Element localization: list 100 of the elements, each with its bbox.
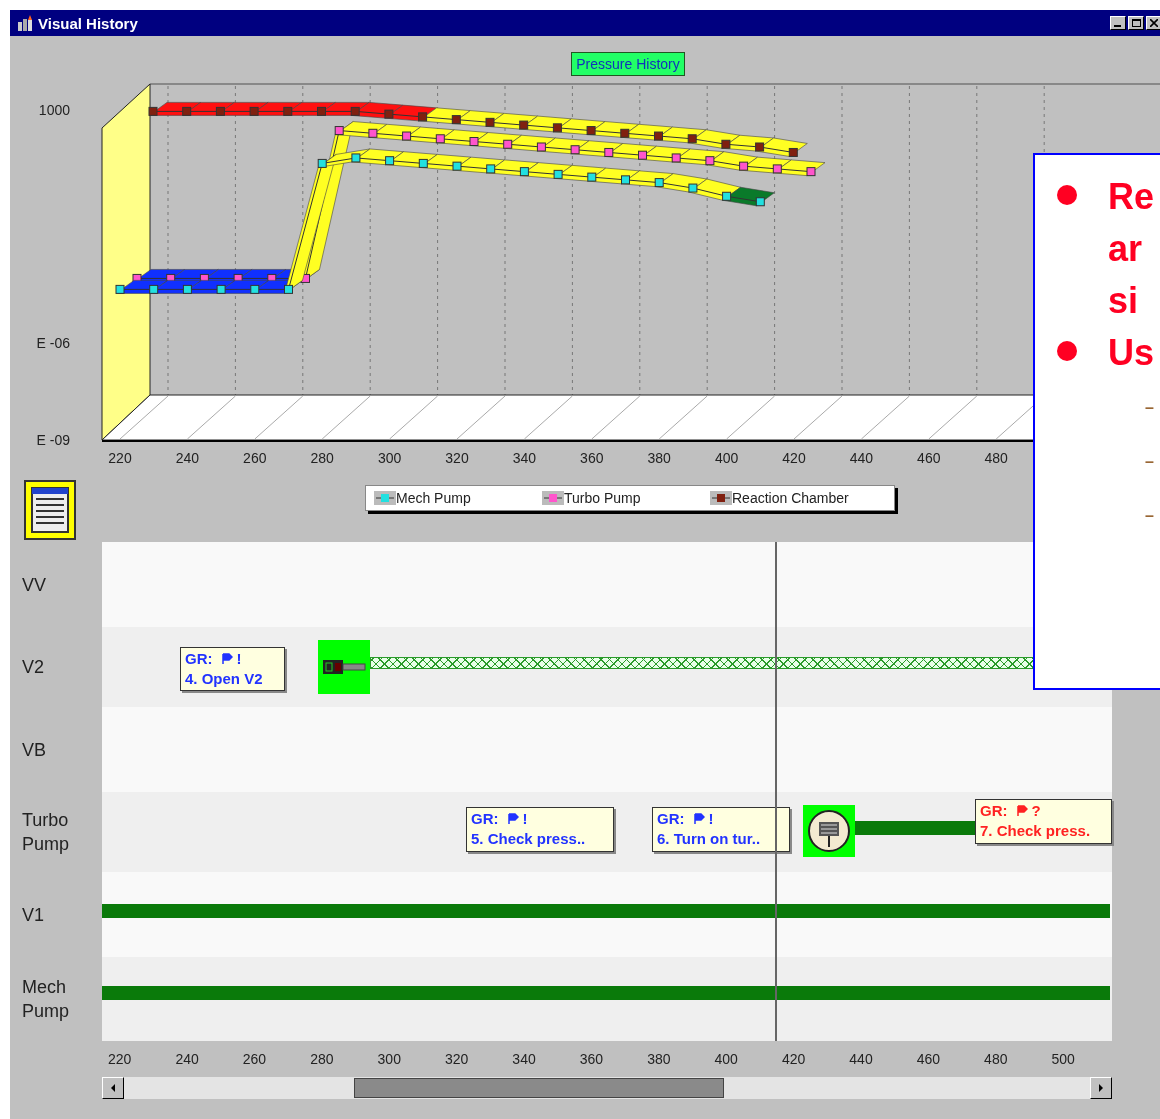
scroll-right-button[interactable] — [1090, 1077, 1112, 1099]
x-axis-label: 340 — [512, 450, 537, 466]
event-mark: ! — [522, 809, 528, 829]
flag-icon — [692, 813, 705, 825]
data-point — [368, 128, 378, 138]
axis-label: 400 — [713, 1051, 739, 1067]
x-axis-label: 440 — [849, 450, 874, 466]
data-point — [452, 161, 462, 171]
data-point — [469, 137, 479, 146]
event-mark: ! — [708, 809, 714, 829]
y-axis-label: E -06 — [36, 335, 70, 351]
caret-left-icon — [110, 1084, 116, 1092]
pump-icon[interactable] — [803, 805, 855, 857]
data-point — [654, 131, 663, 141]
axis-label: 500 — [1050, 1051, 1076, 1067]
data-point — [317, 158, 327, 168]
axis-label: 360 — [578, 1051, 605, 1067]
minimize-button[interactable] — [1110, 16, 1126, 30]
event-mark: ? — [1031, 801, 1041, 821]
data-point — [739, 161, 749, 171]
legend-label: Mech Pump — [396, 490, 471, 506]
bullet-text: Re ar si — [1108, 175, 1155, 323]
scrollbar[interactable] — [102, 1077, 1112, 1099]
valve-icon[interactable] — [318, 640, 370, 694]
data-point — [654, 178, 664, 188]
data-point — [486, 164, 496, 174]
list-button[interactable] — [24, 480, 76, 540]
row-label: VB — [22, 738, 47, 762]
bullet-icon — [1057, 341, 1077, 361]
sub-item-dash: – — [1145, 506, 1155, 526]
app-icon — [16, 14, 34, 32]
x-axis-label: 260 — [243, 450, 267, 466]
sub-item-dash: – — [1145, 398, 1155, 418]
data-point — [806, 167, 816, 177]
close-icon — [1150, 19, 1158, 27]
event-text: 6. Turn on tur.. — [657, 829, 762, 849]
data-point — [215, 106, 225, 116]
data-point — [788, 147, 798, 157]
event-card[interactable]: GR: ! 5. Check press.. — [466, 807, 614, 852]
data-point — [519, 167, 529, 177]
y-axis-label: E -09 — [36, 432, 70, 448]
y-axis-label: 1000 — [38, 102, 70, 118]
axis-label: 420 — [780, 1051, 807, 1067]
data-point — [182, 284, 192, 294]
event-tag: GR: — [471, 809, 499, 829]
x-axis-label: 420 — [782, 450, 806, 466]
data-point — [148, 106, 158, 116]
data-point — [621, 175, 630, 185]
data-point — [385, 156, 395, 166]
axis-label: 280 — [309, 1051, 335, 1067]
axis-label: 320 — [443, 1051, 470, 1067]
axis-label: 480 — [983, 1051, 1009, 1067]
data-point — [149, 284, 159, 294]
row-label: VV — [22, 573, 47, 597]
data-point — [384, 109, 394, 119]
axis-label: 260 — [241, 1051, 268, 1067]
caret-right-icon — [1098, 1084, 1104, 1092]
data-point — [418, 158, 428, 168]
bullet-icon — [1057, 185, 1077, 205]
data-point — [536, 142, 546, 152]
data-point — [587, 172, 597, 182]
x-axis-label: 240 — [175, 450, 200, 466]
data-point — [586, 126, 596, 136]
event-card[interactable]: GR: ! 4. Open V2 — [180, 647, 285, 691]
event-card[interactable]: GR: ? 7. Check press. — [975, 799, 1112, 844]
data-point — [334, 126, 344, 136]
data-point — [485, 117, 495, 127]
scroll-left-button[interactable] — [102, 1077, 124, 1099]
data-point — [503, 139, 513, 149]
legend-marker-icon — [374, 491, 396, 505]
data-point — [620, 128, 630, 138]
x-axis-label: 480 — [984, 450, 1008, 466]
data-point — [216, 284, 226, 294]
data-point — [688, 183, 698, 193]
legend-label: Reaction Chamber — [732, 490, 849, 506]
bullet-text: Us — [1108, 331, 1155, 375]
x-axis-label: 220 — [108, 450, 132, 466]
maximize-button[interactable] — [1128, 16, 1144, 30]
event-text: 4. Open V2 — [185, 669, 264, 689]
data-point — [772, 164, 782, 174]
data-point — [402, 131, 412, 141]
maximize-icon — [1131, 19, 1141, 27]
x-axis-label: 300 — [377, 450, 402, 466]
row-label: Turbo Pump — [22, 809, 71, 856]
axis-label: 380 — [646, 1051, 672, 1067]
event-card[interactable]: GR: ! 6. Turn on tur.. — [652, 807, 790, 852]
data-point — [552, 123, 562, 133]
close-button[interactable] — [1146, 16, 1160, 30]
data-point — [418, 112, 428, 122]
axis-label: 220 — [107, 1051, 133, 1067]
data-point — [721, 139, 731, 149]
legend-marker-icon — [542, 491, 564, 505]
event-mark: ! — [236, 649, 242, 669]
data-point — [755, 142, 765, 152]
data-point — [671, 153, 681, 163]
data-point — [451, 115, 461, 125]
data-point — [705, 156, 715, 166]
flag-icon — [1015, 805, 1028, 817]
scroll-thumb[interactable] — [354, 1078, 724, 1098]
data-point — [283, 106, 293, 116]
